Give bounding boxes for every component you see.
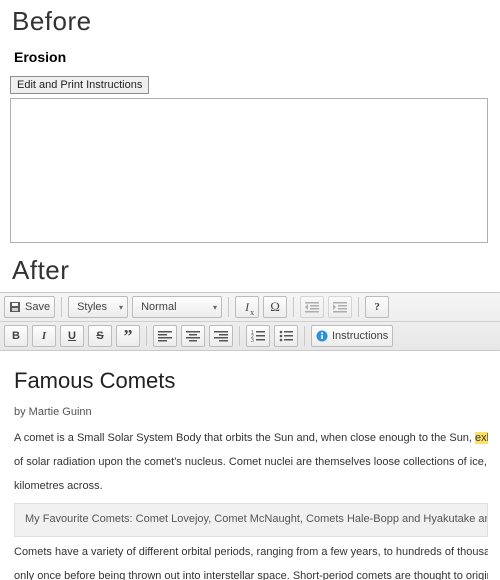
doc-paragraph-1-line-2: of solar radiation upon the comet's nucl…: [14, 455, 488, 471]
align-left-icon: [158, 330, 172, 342]
outdent-icon: [305, 301, 319, 313]
toolbar-separator: [358, 297, 359, 317]
save-button[interactable]: Save: [4, 296, 55, 318]
toolbar-separator: [61, 297, 62, 317]
indent-icon: [333, 301, 347, 313]
remove-format-icon: Ix: [245, 300, 249, 315]
toolbar-separator: [239, 326, 240, 346]
doc-paragraph-2-line-2: only once before being thrown out into i…: [14, 569, 488, 580]
align-center-button[interactable]: [181, 325, 205, 347]
toolbar-separator: [146, 326, 147, 346]
underline-button[interactable]: U: [60, 325, 84, 347]
remove-format-button[interactable]: Ix: [235, 296, 259, 318]
toolbar-separator: [228, 297, 229, 317]
outdent-button[interactable]: [300, 296, 324, 318]
toolbar-row-2: B I U S ”: [0, 321, 500, 350]
doc-paragraph-1-line-3: kilometres across.: [14, 479, 488, 495]
instructions-label: Instructions: [332, 330, 388, 342]
bold-icon: B: [12, 330, 20, 342]
strike-button[interactable]: S: [88, 325, 112, 347]
strike-icon: S: [96, 330, 103, 342]
italic-button[interactable]: I: [32, 325, 56, 347]
omega-icon: Ω: [270, 299, 280, 315]
align-center-icon: [186, 330, 200, 342]
indent-button[interactable]: [328, 296, 352, 318]
underline-icon: U: [68, 330, 76, 342]
rich-text-editor: Save Styles ▾ Normal ▾ Ix Ω: [0, 292, 500, 580]
instructions-button[interactable]: Instructions: [311, 325, 393, 347]
doc-title: Famous Comets: [14, 365, 488, 397]
numbered-list-icon: 123: [251, 330, 265, 342]
svg-text:3: 3: [251, 338, 254, 342]
styles-label: Styles: [77, 301, 107, 313]
doc-blockquote: My Favourite Comets: Comet Lovejoy, Come…: [14, 503, 488, 537]
bold-button[interactable]: B: [4, 325, 28, 347]
numbered-list-button[interactable]: 123: [246, 325, 270, 347]
save-icon: [9, 301, 21, 313]
doc-byline: by Martie Guinn: [14, 405, 488, 421]
doc-paragraph-1-line-1: A comet is a Small Solar System Body tha…: [14, 431, 488, 447]
blockquote-button[interactable]: ”: [116, 325, 140, 347]
format-dropdown[interactable]: Normal ▾: [132, 296, 222, 318]
format-label: Normal: [141, 301, 176, 313]
bullet-list-icon: [279, 330, 293, 342]
editor-content[interactable]: Famous Comets by Martie Guinn A comet is…: [0, 351, 500, 580]
caret-down-icon: ▾: [213, 303, 217, 312]
edit-print-button[interactable]: Edit and Print Instructions: [10, 76, 149, 94]
help-button[interactable]: ?: [365, 296, 389, 318]
toolbar-separator: [304, 326, 305, 346]
styles-dropdown[interactable]: Styles ▾: [68, 296, 128, 318]
editor-toolbar: Save Styles ▾ Normal ▾ Ix Ω: [0, 292, 500, 351]
info-icon: [316, 330, 328, 342]
help-icon: ?: [374, 301, 380, 313]
caret-down-icon: ▾: [119, 303, 123, 312]
quote-icon: ”: [124, 331, 133, 341]
toolbar-row-1: Save Styles ▾ Normal ▾ Ix Ω: [0, 293, 500, 321]
highlighted-text: exhibits a visible coma (atmo: [475, 432, 488, 444]
before-page-title: Erosion: [0, 41, 500, 75]
before-textarea[interactable]: [10, 98, 488, 243]
after-heading: After: [0, 243, 500, 290]
save-label: Save: [25, 301, 50, 313]
toolbar-separator: [293, 297, 294, 317]
doc-paragraph-2-line-1: Comets have a variety of different orbit…: [14, 545, 488, 561]
align-left-button[interactable]: [153, 325, 177, 347]
before-heading: Before: [0, 0, 500, 41]
bullet-list-button[interactable]: [274, 325, 298, 347]
align-right-button[interactable]: [209, 325, 233, 347]
italic-icon: I: [42, 330, 46, 342]
align-right-icon: [214, 330, 228, 342]
special-char-button[interactable]: Ω: [263, 296, 287, 318]
